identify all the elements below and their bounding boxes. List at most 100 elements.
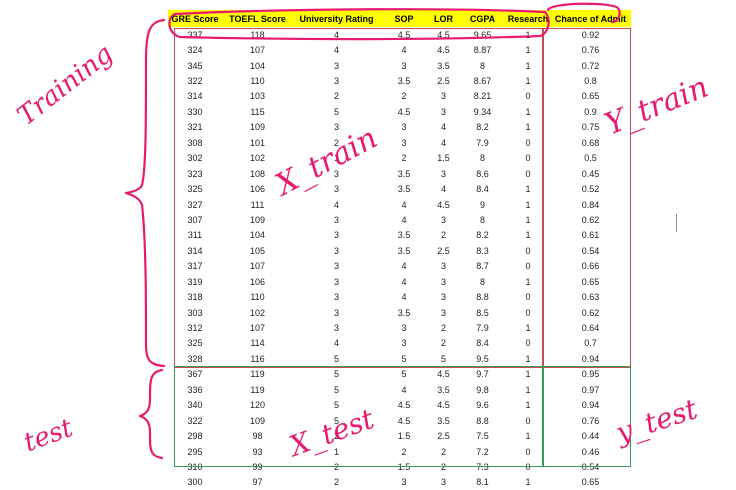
cell-sop[interactable]: 2 (380, 151, 428, 166)
cell-lor[interactable]: 3 (428, 89, 459, 104)
cell-sop[interactable]: 4.5 (380, 27, 428, 42)
cell-gre-score[interactable]: 321 (168, 120, 222, 135)
cell-toefl-score[interactable]: 114 (222, 336, 293, 351)
cell-chance-of-admit[interactable]: 0.94 (550, 398, 631, 413)
cell-lor[interactable]: 4.5 (428, 367, 459, 382)
cell-chance-of-admit[interactable]: 0.94 (550, 351, 631, 366)
cell-research[interactable]: 0 (506, 305, 550, 320)
cell-cgpa[interactable]: 8.4 (459, 181, 506, 196)
cell-research[interactable]: 1 (506, 428, 550, 443)
cell-toefl-score[interactable]: 109 (222, 413, 293, 428)
cell-toefl-score[interactable]: 106 (222, 181, 293, 196)
cell-university-rating[interactable]: 4 (293, 197, 380, 212)
cell-lor[interactable]: 4.5 (428, 42, 459, 57)
cell-chance-of-admit[interactable]: 0.54 (550, 243, 631, 258)
cell-cgpa[interactable]: 9.6 (459, 398, 506, 413)
cell-gre-score[interactable]: 312 (168, 320, 222, 335)
cell-research[interactable]: 1 (506, 320, 550, 335)
cell-research[interactable]: 1 (506, 228, 550, 243)
cell-toefl-score[interactable]: 120 (222, 398, 293, 413)
cell-research[interactable]: 0 (506, 444, 550, 459)
cell-lor[interactable]: 3 (428, 274, 459, 289)
cell-university-rating[interactable]: 3 (293, 58, 380, 73)
cell-gre-score[interactable]: 298 (168, 428, 222, 443)
cell-university-rating[interactable]: 3 (293, 166, 380, 181)
cell-gre-score[interactable]: 327 (168, 197, 222, 212)
cell-toefl-score[interactable]: 102 (222, 151, 293, 166)
cell-chance-of-admit[interactable]: 0.5 (550, 151, 631, 166)
cell-research[interactable]: 0 (506, 259, 550, 274)
cell-gre-score[interactable]: 367 (168, 367, 222, 382)
cell-sop[interactable]: 4 (380, 42, 428, 57)
cell-university-rating[interactable]: 5 (293, 398, 380, 413)
cell-chance-of-admit[interactable]: 0.75 (550, 120, 631, 135)
cell-cgpa[interactable]: 9.65 (459, 27, 506, 42)
cell-research[interactable]: 1 (506, 27, 550, 42)
cell-lor[interactable]: 3 (428, 289, 459, 304)
cell-university-rating[interactable]: 4 (293, 336, 380, 351)
cell-chance-of-admit[interactable]: 0.9 (550, 104, 631, 119)
cell-lor[interactable]: 4.5 (428, 398, 459, 413)
cell-cgpa[interactable]: 8 (459, 212, 506, 227)
cell-sop[interactable]: 1.5 (380, 428, 428, 443)
cell-lor[interactable]: 3.5 (428, 58, 459, 73)
cell-chance-of-admit[interactable]: 0.61 (550, 228, 631, 243)
cell-lor[interactable]: 2 (428, 444, 459, 459)
cell-lor[interactable]: 2 (428, 320, 459, 335)
cell-toefl-score[interactable]: 118 (222, 27, 293, 42)
cell-cgpa[interactable]: 9.7 (459, 367, 506, 382)
cell-cgpa[interactable]: 8.8 (459, 413, 506, 428)
cell-cgpa[interactable]: 8.7 (459, 259, 506, 274)
cell-gre-score[interactable]: 340 (168, 398, 222, 413)
cell-research[interactable]: 1 (506, 120, 550, 135)
cell-gre-score[interactable]: 322 (168, 413, 222, 428)
header-gre-score[interactable]: GRE Score (168, 10, 222, 27)
cell-toefl-score[interactable]: 116 (222, 351, 293, 366)
cell-gre-score[interactable]: 303 (168, 305, 222, 320)
cell-research[interactable]: 1 (506, 197, 550, 212)
cell-toefl-score[interactable]: 110 (222, 289, 293, 304)
cell-sop[interactable]: 3.5 (380, 243, 428, 258)
cell-research[interactable]: 1 (506, 73, 550, 88)
cell-toefl-score[interactable]: 102 (222, 305, 293, 320)
cell-gre-score[interactable]: 336 (168, 382, 222, 397)
cell-sop[interactable]: 4.5 (380, 398, 428, 413)
cell-lor[interactable]: 2 (428, 336, 459, 351)
cell-research[interactable]: 1 (506, 398, 550, 413)
cell-sop[interactable]: 1.5 (380, 459, 428, 474)
cell-lor[interactable]: 2.5 (428, 428, 459, 443)
cell-lor[interactable]: 3.5 (428, 413, 459, 428)
header-lor[interactable]: LOR (428, 10, 459, 27)
cell-toefl-score[interactable]: 98 (222, 428, 293, 443)
cell-cgpa[interactable]: 9.34 (459, 104, 506, 119)
cell-toefl-score[interactable]: 107 (222, 320, 293, 335)
cell-lor[interactable]: 5 (428, 351, 459, 366)
cell-gre-score[interactable]: 318 (168, 289, 222, 304)
cell-university-rating[interactable]: 3 (293, 320, 380, 335)
cell-lor[interactable]: 2.5 (428, 243, 459, 258)
header-university-rating[interactable]: University Rating (293, 10, 380, 27)
cell-cgpa[interactable]: 9 (459, 197, 506, 212)
cell-research[interactable]: 0 (506, 289, 550, 304)
cell-toefl-score[interactable]: 101 (222, 135, 293, 150)
cell-research[interactable]: 1 (506, 274, 550, 289)
cell-sop[interactable]: 4.5 (380, 104, 428, 119)
cell-lor[interactable]: 3 (428, 212, 459, 227)
cell-sop[interactable]: 4 (380, 289, 428, 304)
cell-lor[interactable]: 4 (428, 120, 459, 135)
cell-chance-of-admit[interactable]: 0.95 (550, 367, 631, 382)
cell-sop[interactable]: 3.5 (380, 166, 428, 181)
cell-chance-of-admit[interactable]: 0.64 (550, 320, 631, 335)
cell-chance-of-admit[interactable]: 0.62 (550, 212, 631, 227)
cell-cgpa[interactable]: 8.87 (459, 42, 506, 57)
cell-sop[interactable]: 3.5 (380, 73, 428, 88)
cell-research[interactable]: 0 (506, 413, 550, 428)
cell-gre-score[interactable]: 330 (168, 104, 222, 119)
cell-sop[interactable]: 4 (380, 197, 428, 212)
cell-toefl-score[interactable]: 104 (222, 58, 293, 73)
cell-lor[interactable]: 3.5 (428, 382, 459, 397)
cell-university-rating[interactable]: 4 (293, 27, 380, 42)
cell-toefl-score[interactable]: 104 (222, 228, 293, 243)
cell-gre-score[interactable]: 302 (168, 151, 222, 166)
cell-toefl-score[interactable]: 103 (222, 89, 293, 104)
